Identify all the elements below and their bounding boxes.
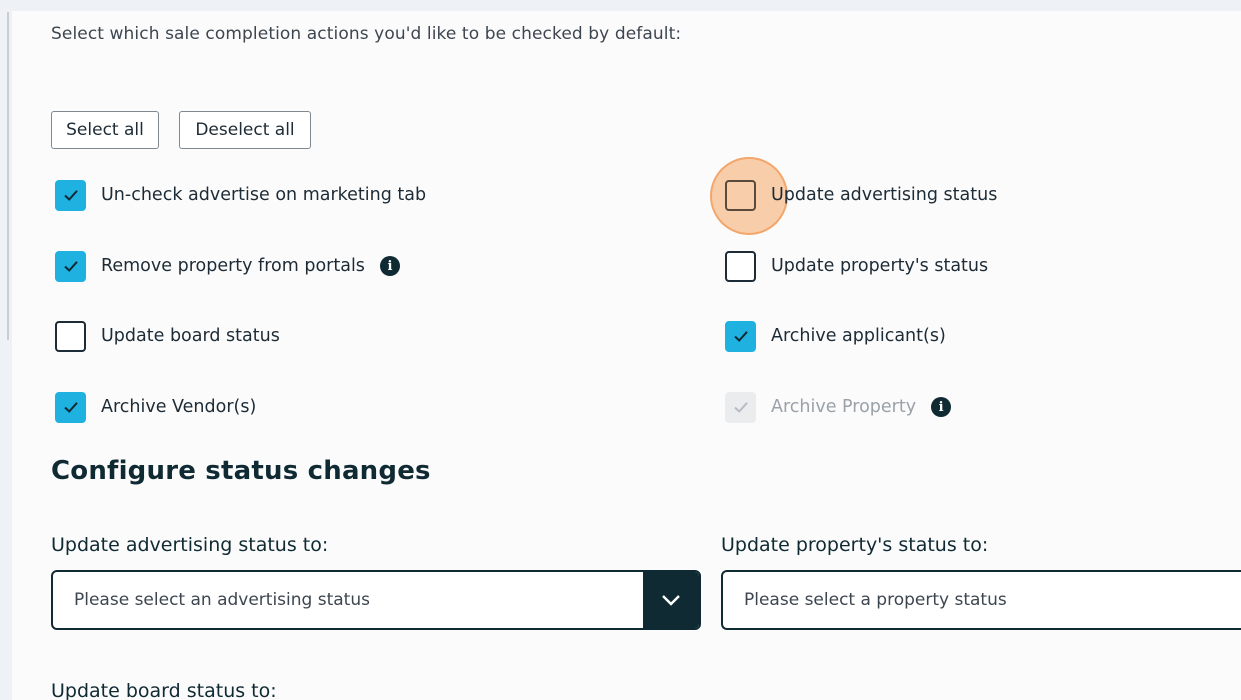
advertising-status-label: Update advertising status to: bbox=[51, 534, 329, 556]
board-status-label: Update board status to: bbox=[51, 680, 277, 700]
checkbox-checked[interactable] bbox=[55, 391, 86, 423]
checkbox-unchecked[interactable] bbox=[725, 179, 756, 211]
option-label: Update property's status bbox=[771, 256, 989, 276]
checkbox-unchecked[interactable] bbox=[725, 250, 756, 282]
info-icon[interactable]: i bbox=[379, 256, 400, 276]
left-divider bbox=[7, 12, 9, 340]
checkbox-checked[interactable] bbox=[55, 250, 86, 282]
option-remove-from-portals[interactable]: Remove property from portals i bbox=[55, 250, 400, 282]
option-update-advertising-status[interactable]: Update advertising status bbox=[725, 179, 997, 211]
property-status-label: Update property's status to: bbox=[721, 534, 989, 556]
section-title: Configure status changes bbox=[51, 456, 431, 486]
option-label: Update advertising status bbox=[771, 185, 998, 205]
select-all-button[interactable]: Select all bbox=[51, 111, 159, 149]
check-icon bbox=[63, 402, 78, 413]
option-label: Update board status bbox=[101, 326, 280, 346]
info-icon[interactable]: i bbox=[931, 397, 952, 417]
option-archive-applicants[interactable]: Archive applicant(s) bbox=[725, 320, 946, 352]
option-archive-vendors[interactable]: Archive Vendor(s) bbox=[55, 391, 256, 423]
option-label: Archive Property bbox=[771, 397, 917, 417]
advertising-status-select[interactable]: Please select an advertising status bbox=[51, 570, 701, 630]
check-icon bbox=[63, 190, 78, 201]
select-placeholder: Please select an advertising status bbox=[74, 590, 370, 610]
checkbox-unchecked[interactable] bbox=[55, 320, 86, 352]
checkbox-disabled bbox=[725, 391, 756, 423]
option-label: Archive Vendor(s) bbox=[101, 397, 257, 417]
option-archive-property: Archive Property i bbox=[725, 391, 952, 423]
dropdown-toggle[interactable] bbox=[643, 572, 699, 628]
option-update-property-status[interactable]: Update property's status bbox=[725, 250, 988, 282]
option-update-board-status[interactable]: Update board status bbox=[55, 320, 280, 352]
check-icon bbox=[733, 402, 748, 413]
select-placeholder: Please select a property status bbox=[744, 590, 1007, 610]
checkbox-checked[interactable] bbox=[55, 179, 86, 211]
property-status-select[interactable]: Please select a property status bbox=[721, 570, 1241, 630]
option-label: Archive applicant(s) bbox=[771, 326, 946, 346]
option-label: Remove property from portals bbox=[101, 256, 365, 276]
option-uncheck-advertise[interactable]: Un-check advertise on marketing tab bbox=[55, 179, 426, 211]
intro-text: Select which sale completion actions you… bbox=[51, 24, 682, 44]
check-icon bbox=[733, 331, 748, 342]
checkbox-checked[interactable] bbox=[725, 320, 756, 352]
chevron-down-icon bbox=[662, 595, 680, 606]
check-icon bbox=[63, 261, 78, 272]
option-label: Un-check advertise on marketing tab bbox=[101, 185, 427, 205]
deselect-all-button[interactable]: Deselect all bbox=[179, 111, 311, 149]
